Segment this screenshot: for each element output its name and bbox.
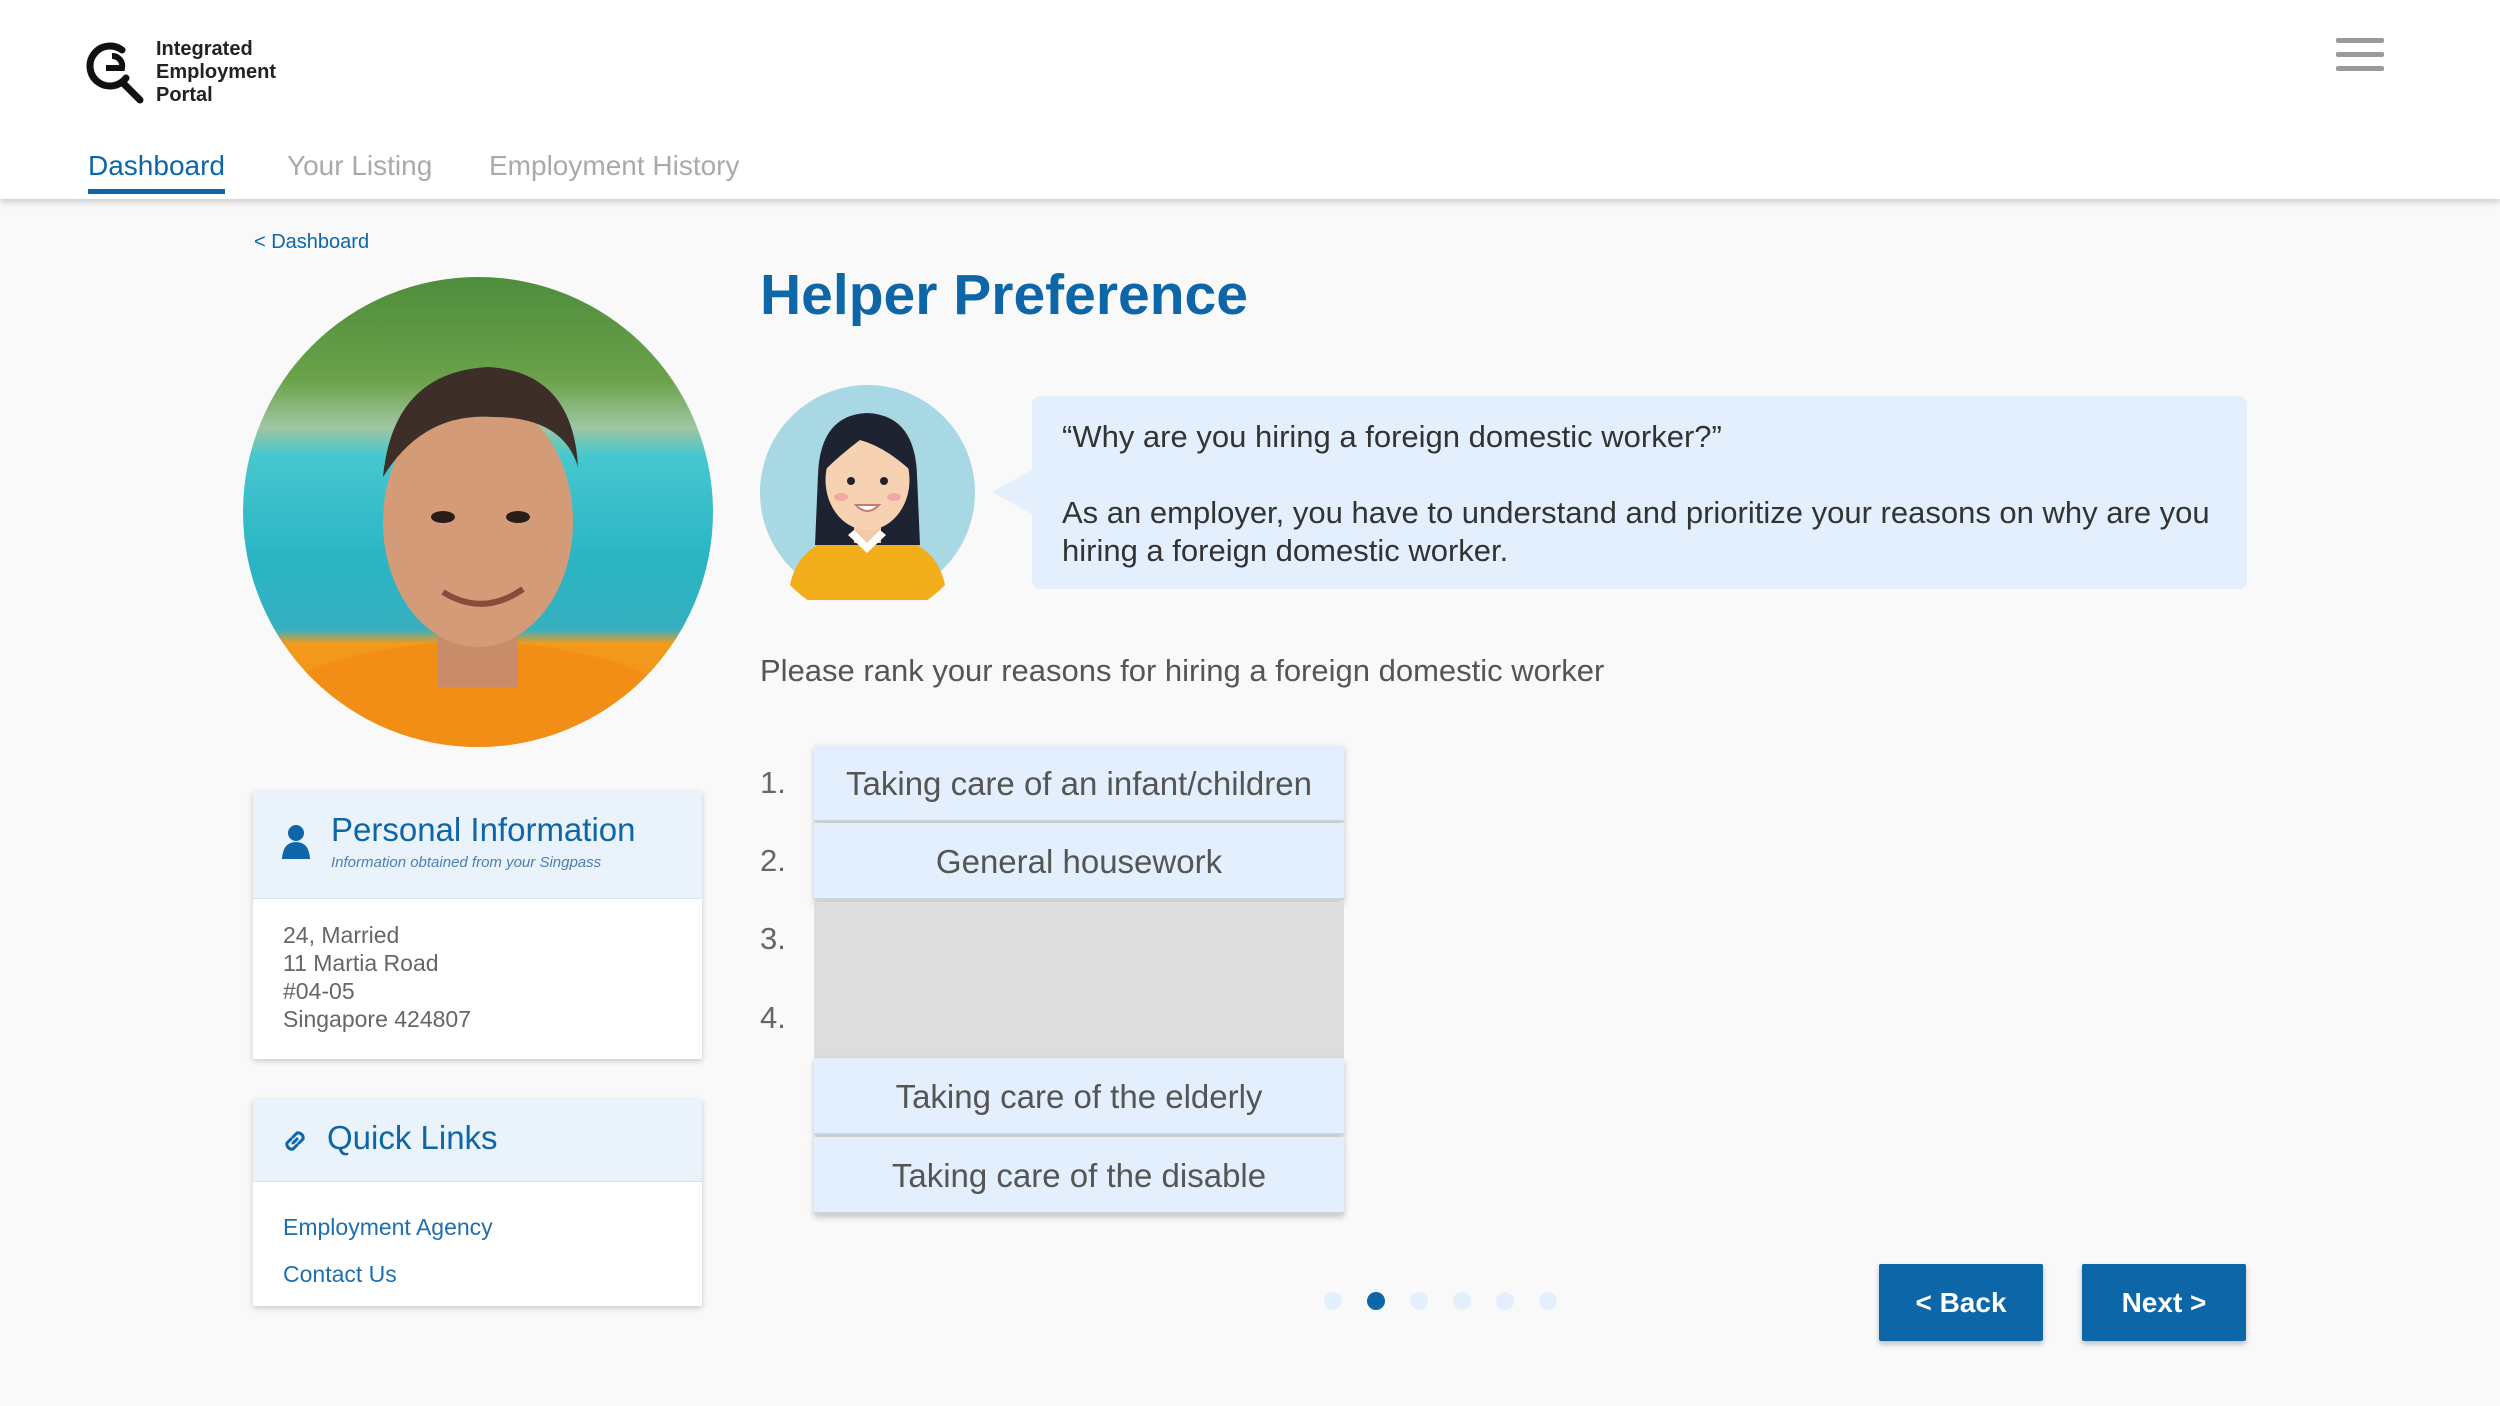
user-icon [282, 825, 310, 859]
personal-information-card: Personal Information Information obtaine… [253, 791, 702, 1059]
empty-rank-slot[interactable] [814, 902, 1344, 980]
quick-links-title: Quick Links [327, 1119, 498, 1156]
app-header: Integrated Employment Portal Dashboard Y… [0, 0, 2500, 199]
rank-number: 1. [760, 765, 786, 800]
next-button[interactable]: Next > [2082, 1264, 2246, 1341]
pager-dot[interactable] [1453, 1292, 1471, 1310]
pager-dot[interactable] [1324, 1292, 1342, 1310]
logo-line: Integrated [156, 38, 253, 60]
employment-agency-link[interactable]: Employment Agency [283, 1204, 672, 1251]
back-button[interactable]: < Back [1879, 1264, 2043, 1341]
person-photo-illustration [243, 367, 703, 747]
pager-dot[interactable] [1539, 1292, 1557, 1310]
info-line: 11 Martia Road [283, 950, 439, 976]
hamburger-menu-icon[interactable] [2336, 38, 2384, 78]
rank-instruction: Please rank your reasons for hiring a fo… [760, 653, 1605, 688]
pager-dot[interactable] [1410, 1292, 1428, 1310]
personal-information-subtitle: Information obtained from your Singpass [331, 854, 602, 871]
logo-icon [86, 42, 144, 104]
personal-information-header: Personal Information Information obtaine… [253, 791, 702, 899]
user-avatar-photo [243, 277, 713, 747]
logo-text: Integrated Employment Portal [156, 38, 316, 107]
step-pager [1324, 1292, 1557, 1310]
pager-dot-active[interactable] [1367, 1292, 1385, 1310]
quick-links-body: Employment Agency Contact Us [253, 1182, 702, 1320]
menu-bar [2336, 66, 2384, 71]
tab-dashboard[interactable]: Dashboard [88, 150, 225, 194]
rank-number: 4. [760, 1000, 786, 1035]
portal-logo[interactable]: Integrated Employment Portal [82, 38, 316, 108]
rank-number: 2. [760, 843, 786, 878]
info-line: 24, Married [283, 922, 400, 948]
empty-rank-slot[interactable] [814, 980, 1344, 1058]
personal-information-body: 24, Married 11 Martia Road #04-05 Singap… [253, 899, 702, 1055]
link-icon [285, 1131, 305, 1151]
rank-item-infant-children[interactable]: Taking care of an infant/children [814, 745, 1344, 822]
rank-item-elderly[interactable]: Taking care of the elderly [814, 1058, 1344, 1135]
logo-line: Employment [156, 61, 277, 83]
pager-dot[interactable] [1496, 1292, 1514, 1310]
rank-item-general-housework[interactable]: General housework [814, 823, 1344, 900]
quick-links-card: Quick Links Employment Agency Contact Us [253, 1099, 702, 1306]
tab-employment-history[interactable]: Employment History [489, 150, 740, 182]
tab-your-listing[interactable]: Your Listing [287, 150, 432, 182]
menu-bar [2336, 52, 2384, 57]
logo-line: Portal [156, 84, 213, 106]
info-line: Singapore 424807 [283, 1006, 471, 1032]
bubble-question: “Why are you hiring a foreign domestic w… [1062, 419, 1722, 454]
bubble-text: As an employer, you have to understand a… [1062, 495, 2210, 568]
page-title: Helper Preference [760, 263, 1248, 327]
info-line: #04-05 [283, 978, 355, 1004]
contact-us-link[interactable]: Contact Us [283, 1251, 672, 1298]
quick-links-header: Quick Links [253, 1099, 702, 1182]
breadcrumb-dashboard-link[interactable]: < Dashboard [254, 231, 369, 254]
personal-information-title: Personal Information [331, 811, 636, 848]
rank-number: 3. [760, 921, 786, 956]
rank-item-disable[interactable]: Taking care of the disable [814, 1137, 1344, 1214]
helper-speech-bubble: “Why are you hiring a foreign domestic w… [992, 396, 2247, 589]
menu-bar [2336, 38, 2384, 43]
helper-avatar-illustration [760, 385, 975, 600]
